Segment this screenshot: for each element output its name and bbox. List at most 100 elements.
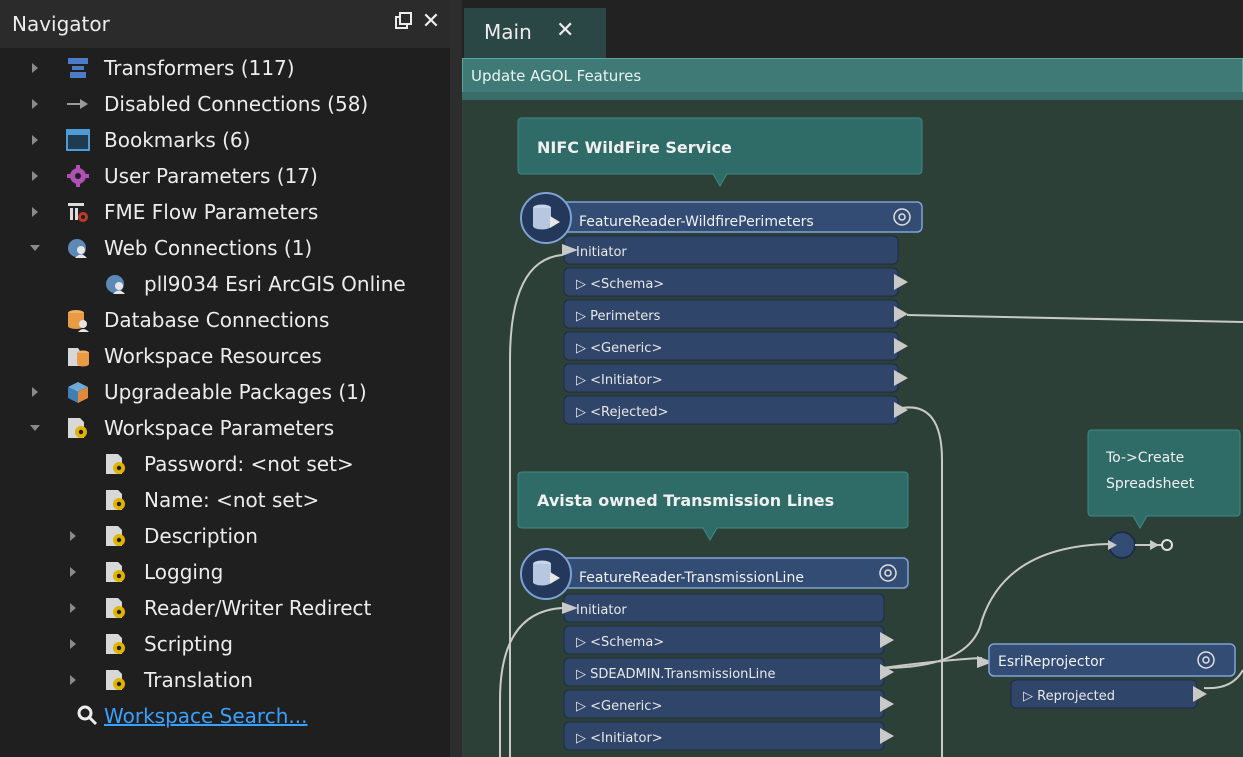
svg-text:▷ <Initiator>: ▷ <Initiator> [576,373,663,388]
workspace-search-link[interactable]: Workspace Search... [104,704,307,728]
annotation-avista[interactable]: Avista owned Transmission Lines [517,471,909,541]
tree-item-password[interactable]: Password: <not set> [0,446,450,482]
navigator-panel: Navigator ✕ Transformers (117) Disabled … [0,0,450,757]
output-ports-reader2[interactable]: ▷ <Schema> ▷ SDEADMIN.TransmissionLine ▷… [563,625,894,751]
output-port[interactable]: ▷ <Schema> [563,267,908,297]
tree-item-label: Disabled Connections (58) [104,92,369,116]
tree-item-label: Database Connections [104,308,330,332]
tree-item-description[interactable]: Description [0,518,450,554]
tree-item-workspace-parameters[interactable]: Workspace Parameters [0,410,450,446]
connection-line[interactable] [881,657,983,669]
tree-item-label: Upgradeable Packages (1) [104,380,367,404]
output-port[interactable]: ▷ <Schema> [563,625,894,655]
tab-main-label: Main [484,20,532,44]
tree-item-name[interactable]: Name: <not set> [0,482,450,518]
workspace-parameter-icon [106,634,125,654]
output-port[interactable]: ▷ Perimeters [563,299,908,329]
port-label: SDEADMIN.TransmissionLine [590,667,775,682]
svg-text:▷ Perimeters: ▷ Perimeters [576,309,661,324]
navigator-header: Navigator ✕ [0,0,450,48]
tree-item-label: pll9034 Esri ArcGIS Online [144,272,406,296]
junction[interactable] [1108,531,1173,559]
expand-arrow-icon[interactable] [66,529,80,543]
output-port[interactable]: ▷ <Generic> [563,689,894,719]
transformer-featurereader-wildfire[interactable]: FeatureReader-WildfirePerimeters Initiat… [520,192,923,265]
output-ports-reader1[interactable]: ▷ <Schema> ▷ Perimeters ▷ <Generic> ▷ <I… [563,267,908,425]
tree-item-label: FME Flow Parameters [104,200,319,224]
tree-item-user-parameters[interactable]: User Parameters (17) [0,158,450,194]
transformer-name: EsriReprojector [998,654,1105,670]
bookmark-strip [462,92,1243,100]
transformer-esrireprojector[interactable]: EsriReprojector ▷ Reprojected [977,643,1236,709]
tree-item-label: Web Connections (1) [104,236,313,260]
expand-arrow-icon[interactable] [28,133,42,147]
transformer-name: FeatureReader-WildfirePerimeters [579,214,814,230]
bookmark-title: Update AGOL Features [471,67,642,85]
tree-item-translation[interactable]: Translation [0,662,450,698]
input-port-label: Initiator [576,245,627,260]
package-icon [68,382,88,403]
navigator-title: Navigator [12,12,110,36]
tree-item-reader-writer-redirect[interactable]: Reader/Writer Redirect [0,590,450,626]
expand-arrow-icon[interactable] [66,565,80,579]
close-panel-icon[interactable]: ✕ [420,10,442,34]
expand-arrow-icon[interactable] [28,97,42,111]
annotation-text: To->Create [1105,450,1184,466]
output-port[interactable]: ▷ Reprojected [1010,679,1207,709]
tree-item-scripting[interactable]: Scripting [0,626,450,662]
port-label: Perimeters [590,309,660,324]
output-port[interactable]: ▷ <Rejected> [563,395,908,425]
workflow-graph[interactable]: NIFC WildFire Service FeatureReader-Wild… [462,100,1243,757]
expand-arrow-icon[interactable] [28,205,42,219]
tree-item-bookmarks[interactable]: Bookmarks (6) [0,122,450,158]
bookmark-icon [66,129,90,151]
workspace-parameter-icon [106,562,125,582]
expand-arrow-icon[interactable] [28,61,42,75]
tree-item-label: Description [144,524,258,548]
workspace-canvas[interactable]: Update AGOL Features NIFC WildFire Servi… [462,58,1243,757]
workspace-search-row[interactable]: Workspace Search... [0,698,450,734]
tree-item-workspace-resources[interactable]: Workspace Resources [0,338,450,374]
tree-item-label: Logging [144,560,224,584]
svg-text:▷ <Rejected>: ▷ <Rejected> [576,405,668,420]
tree-item-database-connections[interactable]: Database Connections [0,302,450,338]
tree-item-label: Transformers (117) [104,56,295,80]
output-port[interactable]: ▷ <Initiator> [563,363,908,393]
expand-arrow-icon[interactable] [28,169,42,183]
workspace-parameter-icon [106,490,125,510]
tree-item-label: Name: <not set> [144,488,320,512]
output-port[interactable]: ▷ <Generic> [563,331,908,361]
svg-text:▷ <Initiator>: ▷ <Initiator> [576,731,663,746]
tree-item-label: Reader/Writer Redirect [144,596,372,620]
expand-arrow-icon[interactable] [66,637,80,651]
tree-item-upgradeable-packages[interactable]: Upgradeable Packages (1) [0,374,450,410]
annotation-nifc[interactable]: NIFC WildFire Service [517,117,923,187]
expand-arrow-icon[interactable] [66,673,80,687]
tree-item-transformers[interactable]: Transformers (117) [0,50,450,86]
tree-item-fme-flow-parameters[interactable]: FME Flow Parameters [0,194,450,230]
annotation-junction[interactable]: To->Create Spreadsheet [1087,429,1241,529]
output-port[interactable]: ▷ SDEADMIN.TransmissionLine [563,657,894,687]
collapse-arrow-icon[interactable] [28,241,42,255]
expand-arrow-icon[interactable] [28,385,42,399]
transformer-featurereader-transmission[interactable]: FeatureReader-TransmissionLine Initiator [520,548,909,623]
port-label: <Initiator> [590,731,663,746]
output-port[interactable]: ▷ <Initiator> [563,721,894,751]
tree-item-label: Bookmarks (6) [104,128,251,152]
collapse-arrow-icon[interactable] [28,421,42,435]
expand-arrow-icon[interactable] [66,601,80,615]
tree-item-label: Password: <not set> [144,452,354,476]
tree-item-arcgis-online-connection[interactable]: pll9034 Esri ArcGIS Online [0,266,450,302]
svg-text:▷ <Generic>: ▷ <Generic> [576,699,662,714]
port-label: <Schema> [590,635,664,650]
tree-item-disabled-connections[interactable]: Disabled Connections (58) [0,86,450,122]
port-label: <Rejected> [590,405,668,420]
tree-item-web-connections[interactable]: Web Connections (1) [0,230,450,266]
float-window-icon[interactable] [393,10,413,32]
panel-splitter[interactable] [450,0,462,757]
flow-parameters-icon [68,203,88,222]
tab-close-icon[interactable]: ✕ [556,18,574,43]
workspace-parameter-icon [106,526,125,546]
tree-item-logging[interactable]: Logging [0,554,450,590]
connection-line[interactable] [906,314,1243,323]
